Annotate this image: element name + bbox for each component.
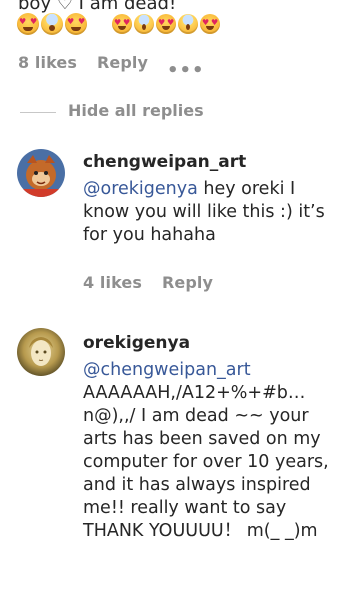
reply-text: @orekigenya hey oreki I know you will li…	[83, 178, 345, 247]
reply-username[interactable]: orekigenya	[83, 333, 190, 353]
reply-button[interactable]: Reply	[162, 273, 213, 292]
heart-eyes-emoji: ♥ ♥	[17, 13, 39, 35]
reply-likes-count[interactable]: 4 likes	[83, 273, 142, 292]
heart-eyes-emoji: ♥ ♥	[156, 14, 176, 34]
reply-username[interactable]: chengweipan_art	[83, 152, 246, 172]
mention-link[interactable]: @chengweipan_art	[83, 360, 251, 380]
mention-link[interactable]: @orekigenya	[83, 179, 198, 199]
heart-eyes-emoji: ♥ ♥	[65, 13, 87, 35]
more-options-icon[interactable]: •••	[167, 60, 205, 81]
parent-likes-count[interactable]: 8 likes	[18, 53, 77, 72]
heart-eyes-emoji: ♥ ♥	[112, 14, 132, 34]
screaming-emoji	[178, 14, 198, 34]
heart-eyes-emoji: ♥ ♥	[200, 14, 220, 34]
parent-reply-button[interactable]: Reply	[97, 53, 148, 72]
emoji-row: ♥ ♥ ♥ ♥ ♥ ♥	[112, 14, 220, 41]
screaming-emoji	[41, 13, 63, 35]
parent-comment-meta: 8 likes Reply	[18, 53, 168, 72]
reply-text: @chengweipan_art AAAAAAH,/A12+%+#b… n@),,…	[83, 359, 345, 543]
reply-meta: 4 likes Reply	[83, 273, 233, 292]
avatar[interactable]	[17, 149, 65, 197]
reply-body: AAAAAAH,/A12+%+#b… n@),,/ I am dead ~~ y…	[83, 383, 329, 541]
avatar[interactable]	[17, 328, 65, 376]
emoji-row-main: ♥ ♥ ♥ ♥	[17, 13, 87, 37]
hide-replies-button[interactable]: Hide all replies	[68, 101, 204, 120]
replies-divider	[20, 112, 56, 113]
screaming-emoji	[134, 14, 154, 34]
